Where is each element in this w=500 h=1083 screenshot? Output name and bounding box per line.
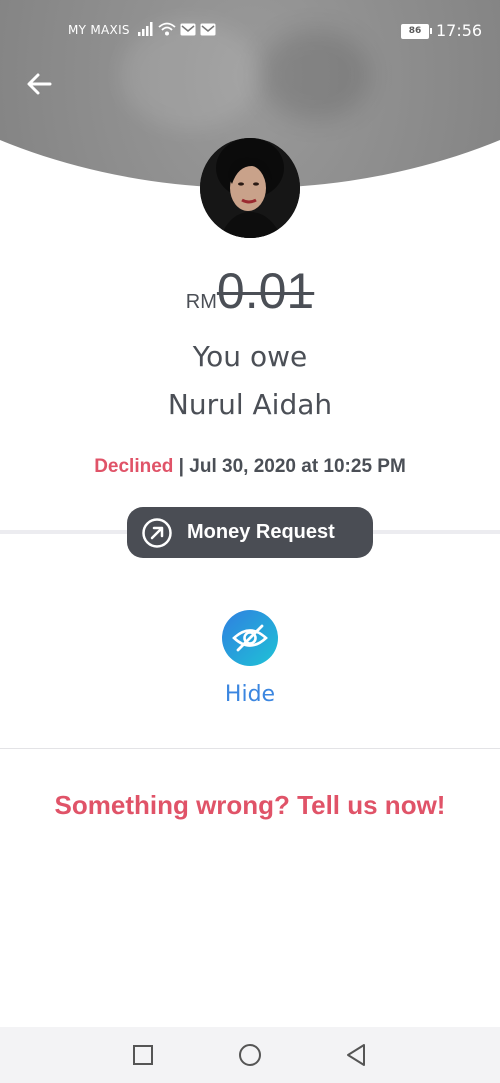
transaction-status-line: Declined | Jul 30, 2020 at 10:25 PM <box>0 456 500 478</box>
money-request-pill[interactable]: Money Request <box>127 507 373 558</box>
back-button[interactable] <box>24 68 56 100</box>
home-button[interactable] <box>238 1043 262 1067</box>
avatar <box>200 138 300 238</box>
amount-display: RM0.01 <box>0 262 500 320</box>
transaction-datetime: Jul 30, 2020 at 10:25 PM <box>189 456 406 477</box>
transaction-type-label: Money Request <box>187 521 335 543</box>
status-icons <box>138 22 216 36</box>
status-separator: | <box>178 456 184 477</box>
status-time: 17:56 <box>436 21 483 40</box>
amount-value: 0.01 <box>216 263 315 319</box>
back-nav-button[interactable] <box>344 1043 368 1067</box>
triangle-back-icon <box>347 1044 365 1066</box>
hide-label[interactable]: Hide <box>0 682 500 707</box>
report-problem-link[interactable]: Something wrong? Tell us now! <box>0 790 500 821</box>
status-badge: Declined <box>94 456 174 477</box>
eye-off-icon <box>232 624 268 652</box>
wifi-icon <box>158 22 176 36</box>
mail-icon <box>180 23 196 36</box>
arrow-up-right-circle-icon <box>142 517 172 548</box>
owe-text: You owe <box>192 340 308 373</box>
currency-label: RM <box>185 291 217 313</box>
status-bar: MY MAXIS 86 17:56 <box>0 0 500 60</box>
divider <box>0 748 500 749</box>
counterparty-name: Nurul Aidah <box>167 388 333 421</box>
mail-icon <box>200 23 216 36</box>
carrier-name: MY MAXIS <box>68 23 130 37</box>
arrow-left-icon <box>27 73 52 95</box>
square-icon <box>133 1045 153 1065</box>
recent-apps-button[interactable] <box>131 1043 155 1067</box>
system-navigation-bar <box>0 1027 500 1083</box>
circle-icon <box>239 1044 261 1066</box>
battery-icon: 86 <box>401 24 432 39</box>
signal-icon <box>138 22 154 36</box>
hide-button[interactable] <box>222 610 278 666</box>
